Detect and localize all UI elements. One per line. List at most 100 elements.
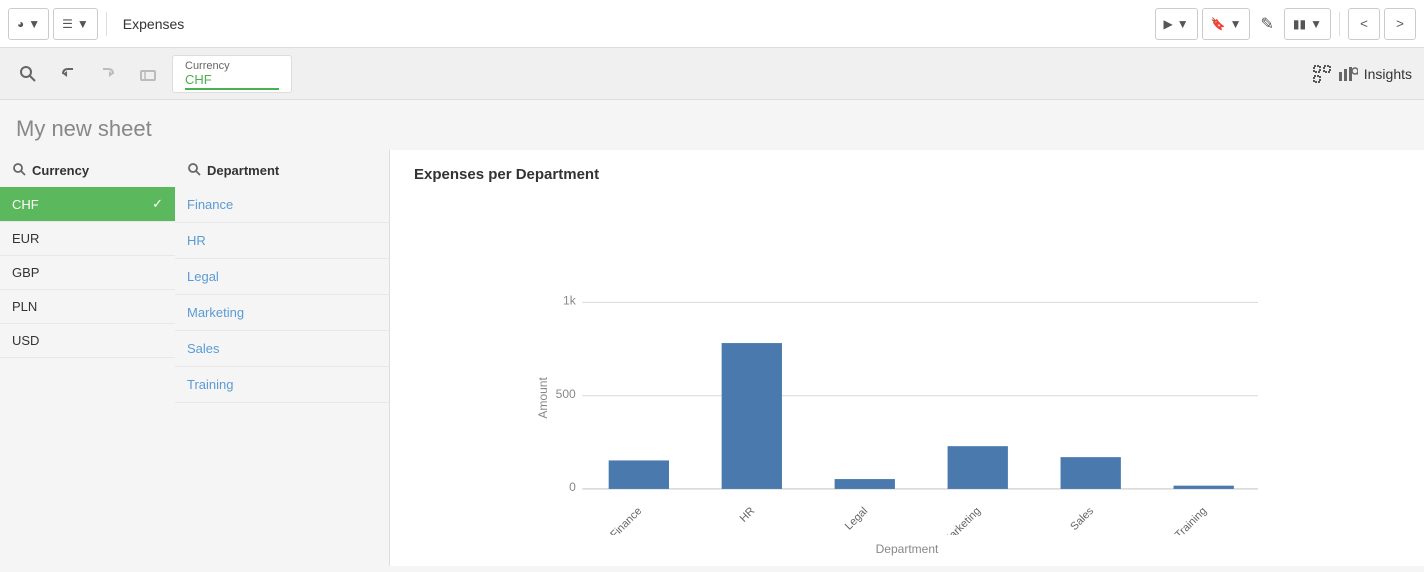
currency-item-eur[interactable]: EUR — [0, 222, 175, 256]
department-header-label: Department — [207, 163, 279, 178]
x-axis-label: Department — [414, 542, 1400, 556]
chart-title: Expenses per Department — [414, 166, 1400, 183]
compass-icon: ◕ — [17, 17, 24, 31]
currency-item-chf[interactable]: CHF ✓ — [0, 187, 175, 222]
dept-training-label: Training — [187, 377, 233, 392]
svg-text:0: 0 — [569, 480, 576, 494]
select-region-icon[interactable] — [1306, 58, 1338, 90]
list-icon: ☰ — [62, 17, 73, 31]
bar-training — [1174, 486, 1234, 489]
chart-dropdown-icon: ▼ — [1310, 17, 1322, 31]
chevron-right-icon: > — [1396, 16, 1404, 31]
nav-home-button[interactable]: ◕ ▼ — [8, 8, 49, 40]
currency-eur-label: EUR — [12, 231, 39, 246]
bar-sales — [1061, 457, 1121, 489]
currency-header-label: Currency — [32, 163, 89, 178]
toolbar-left: ◕ ▼ ☰ ▼ Expenses — [8, 8, 184, 40]
bar-hr — [722, 343, 782, 489]
toolbar-separator-2 — [1339, 12, 1340, 36]
bar-chart-icon: ▮▮ — [1293, 17, 1306, 31]
currency-filter-value: CHF — [185, 72, 279, 90]
right-filter-area: Insights — [1306, 58, 1412, 90]
sheet-title: My new sheet — [16, 116, 1408, 142]
forward-arrow-icon — [99, 65, 117, 83]
department-panel: Department Finance HR Legal Marketing Sa… — [175, 150, 390, 566]
bar-finance — [609, 460, 669, 489]
currency-panel-header: Currency — [0, 158, 175, 187]
currency-panel: Currency CHF ✓ EUR GBP PLN USD — [0, 150, 175, 566]
department-panel-header: Department — [175, 158, 389, 187]
dept-sales-label: Sales — [187, 341, 220, 356]
region-select-icon — [1312, 64, 1332, 84]
svg-text:500: 500 — [556, 387, 576, 401]
chart-area: Expenses per Department 0 500 1k Amount — [390, 150, 1424, 566]
currency-usd-label: USD — [12, 333, 39, 348]
eraser-icon — [139, 65, 157, 83]
sheets-dropdown-icon: ▼ — [77, 17, 89, 31]
svg-text:Sales: Sales — [1068, 505, 1096, 533]
svg-text:Legal: Legal — [843, 505, 870, 532]
magnifier-icon — [19, 65, 37, 83]
insights-icon — [1338, 66, 1358, 82]
chevron-left-icon: < — [1360, 16, 1368, 31]
insights-label: Insights — [1364, 66, 1412, 82]
currency-pln-label: PLN — [12, 299, 37, 314]
svg-text:Marketing: Marketing — [941, 505, 983, 535]
insights-button[interactable]: Insights — [1338, 66, 1412, 82]
nav-next-button[interactable]: > — [1384, 8, 1416, 40]
sheets-button[interactable]: ☰ ▼ — [53, 8, 98, 40]
present-dropdown-icon: ▼ — [1177, 17, 1189, 31]
dept-item-marketing[interactable]: Marketing — [175, 295, 389, 331]
dept-item-hr[interactable]: HR — [175, 223, 389, 259]
chart-type-button[interactable]: ▮▮ ▼ — [1284, 8, 1331, 40]
bar-legal — [835, 479, 895, 489]
dept-hr-label: HR — [187, 233, 206, 248]
app-name-label: Expenses — [123, 16, 184, 32]
search-filter-icon[interactable] — [12, 58, 44, 90]
pencil-icon: ✎ — [1260, 14, 1273, 34]
svg-text:1k: 1k — [563, 294, 577, 308]
currency-item-gbp[interactable]: GBP — [0, 256, 175, 290]
dept-item-training[interactable]: Training — [175, 367, 389, 403]
currency-item-pln[interactable]: PLN — [0, 290, 175, 324]
chf-checkmark-icon: ✓ — [152, 196, 163, 212]
nav-prev-button[interactable]: < — [1348, 8, 1380, 40]
svg-text:Amount: Amount — [536, 376, 550, 418]
bookmark-button[interactable]: 🔖 ▼ — [1202, 8, 1251, 40]
svg-text:Finance: Finance — [608, 505, 644, 535]
toolbar-separator-1 — [106, 12, 107, 36]
dept-legal-label: Legal — [187, 269, 219, 284]
dept-marketing-label: Marketing — [187, 305, 244, 320]
forward-selection-icon[interactable] — [92, 58, 124, 90]
currency-search-icon — [12, 162, 26, 179]
bar-chart-svg: 0 500 1k Amount Finance — [414, 195, 1400, 535]
currency-chf-label: CHF — [12, 197, 39, 212]
edit-button[interactable]: ✎ — [1254, 8, 1279, 40]
currency-gbp-label: GBP — [12, 265, 39, 280]
undo-selection-icon[interactable] — [52, 58, 84, 90]
svg-text:Training: Training — [1173, 505, 1209, 535]
svg-text:HR: HR — [738, 505, 758, 525]
dept-item-legal[interactable]: Legal — [175, 259, 389, 295]
filter-bar: Currency CHF Insights — [0, 48, 1424, 100]
dept-finance-label: Finance — [187, 197, 233, 212]
sheet-title-bar: My new sheet — [0, 100, 1424, 150]
clear-selection-icon[interactable] — [132, 58, 164, 90]
back-arrow-icon — [59, 65, 77, 83]
toolbar-right: ▶ ▼ 🔖 ▼ ✎ ▮▮ ▼ < > — [1155, 8, 1416, 40]
currency-filter-label: Currency — [185, 60, 279, 72]
currency-filter-chip[interactable]: Currency CHF — [172, 55, 292, 93]
department-search-icon — [187, 162, 201, 179]
chart-container: 0 500 1k Amount Finance — [414, 195, 1400, 535]
currency-item-usd[interactable]: USD — [0, 324, 175, 358]
bar-marketing — [948, 446, 1008, 489]
present-icon: ▶ — [1164, 17, 1173, 31]
dept-item-sales[interactable]: Sales — [175, 331, 389, 367]
main-content: Currency CHF ✓ EUR GBP PLN USD Dep — [0, 150, 1424, 566]
present-button[interactable]: ▶ ▼ — [1155, 8, 1198, 40]
bookmark-dropdown-icon: ▼ — [1230, 17, 1242, 31]
dept-item-finance[interactable]: Finance — [175, 187, 389, 223]
bookmark-icon: 🔖 — [1211, 17, 1226, 31]
nav-dropdown-icon: ▼ — [28, 17, 40, 31]
top-toolbar: ◕ ▼ ☰ ▼ Expenses ▶ ▼ 🔖 ▼ ✎ ▮▮ ▼ < > — [0, 0, 1424, 48]
